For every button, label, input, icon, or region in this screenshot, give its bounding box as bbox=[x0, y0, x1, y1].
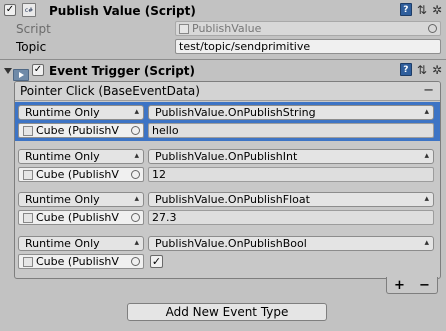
list-item[interactable]: Runtime Only ▴▾ PublishValue.OnPublishSt… bbox=[15, 102, 440, 141]
string-argument-input[interactable]: hello bbox=[148, 123, 434, 138]
dropdown-value: Runtime Only bbox=[25, 237, 100, 250]
object-picker-icon[interactable] bbox=[428, 24, 437, 33]
checkmark-icon: ✓ bbox=[33, 64, 43, 75]
dropdown-arrow-icon: ▴▾ bbox=[424, 151, 429, 163]
function-dropdown[interactable]: PublishValue.OnPublishString ▴▾ bbox=[148, 105, 434, 120]
dropdown-value: PublishValue.OnPublishFloat bbox=[155, 193, 310, 206]
topic-input[interactable]: test/topic/sendprimitive bbox=[175, 39, 441, 54]
list-item[interactable]: Runtime Only ▴▾ PublishValue.OnPublishBo… bbox=[15, 233, 440, 272]
int-argument-input[interactable]: 12 bbox=[148, 167, 434, 182]
event-type-label: Pointer Click (BaseEventData) bbox=[20, 84, 200, 98]
help-icon[interactable]: ? bbox=[399, 63, 412, 76]
topic-value: test/topic/sendprimitive bbox=[179, 40, 311, 53]
checkmark-icon: ✓ bbox=[151, 255, 162, 268]
component-divider bbox=[0, 59, 446, 60]
pointer-click-event-panel: Pointer Click (BaseEventData) − Runtime … bbox=[14, 81, 441, 279]
help-icon[interactable]: ? bbox=[399, 3, 412, 16]
gameobject-icon bbox=[23, 169, 33, 180]
target-value: Cube (PublishV bbox=[36, 168, 119, 181]
gear-icon[interactable]: ✲ bbox=[432, 4, 442, 16]
function-dropdown[interactable]: PublishValue.OnPublishFloat ▴▾ bbox=[148, 192, 434, 207]
dropdown-arrow-icon: ▴▾ bbox=[134, 194, 139, 206]
dropdown-arrow-icon: ▴▾ bbox=[424, 238, 429, 250]
target-object-field[interactable]: Cube (PublishV bbox=[18, 167, 144, 182]
argument-value: 27.3 bbox=[152, 211, 177, 224]
dropdown-arrow-icon: ▴▾ bbox=[134, 107, 139, 119]
event-trigger-enabled-checkbox[interactable]: ✓ bbox=[32, 64, 44, 76]
event-type-header: Pointer Click (BaseEventData) − bbox=[15, 82, 440, 101]
dropdown-value: PublishValue.OnPublishString bbox=[155, 106, 316, 119]
list-item[interactable]: Runtime Only ▴▾ PublishValue.OnPublishIn… bbox=[15, 146, 440, 185]
script-file-icon bbox=[179, 23, 189, 34]
remove-entry-button[interactable]: − bbox=[419, 278, 430, 293]
list-item[interactable]: Runtime Only ▴▾ PublishValue.OnPublishFl… bbox=[15, 189, 440, 228]
target-value: Cube (PublishV bbox=[36, 255, 119, 268]
runtime-mode-dropdown[interactable]: Runtime Only ▴▾ bbox=[18, 192, 144, 207]
dropdown-arrow-icon: ▴▾ bbox=[424, 194, 429, 206]
target-object-field[interactable]: Cube (PublishV bbox=[18, 210, 144, 225]
event-trigger-header[interactable]: ✓ Event Trigger (Script) ? ⇅ ✲ bbox=[0, 61, 446, 81]
runtime-mode-dropdown[interactable]: Runtime Only ▴▾ bbox=[18, 105, 144, 120]
remove-event-button[interactable]: − bbox=[423, 83, 434, 98]
target-value: Cube (PublishV bbox=[36, 211, 119, 224]
dropdown-value: PublishValue.OnPublishInt bbox=[155, 150, 298, 163]
dropdown-value: Runtime Only bbox=[25, 150, 100, 163]
runtime-mode-dropdown[interactable]: Runtime Only ▴▾ bbox=[18, 149, 144, 164]
script-value: PublishValue bbox=[192, 22, 262, 35]
add-new-event-type-button[interactable]: Add New Event Type bbox=[127, 303, 327, 321]
preset-icon[interactable]: ⇅ bbox=[417, 64, 427, 76]
dropdown-arrow-icon: ▴▾ bbox=[424, 107, 429, 119]
checkmark-icon: ✓ bbox=[5, 4, 15, 15]
dropdown-arrow-icon: ▴▾ bbox=[134, 151, 139, 163]
topic-label: Topic bbox=[16, 40, 47, 54]
argument-value: 12 bbox=[152, 168, 166, 181]
script-icon: c# bbox=[22, 3, 36, 17]
gameobject-icon bbox=[23, 212, 33, 223]
publish-enabled-checkbox[interactable]: ✓ bbox=[4, 4, 16, 16]
object-picker-icon[interactable] bbox=[131, 170, 140, 179]
argument-value: hello bbox=[152, 124, 179, 137]
bool-argument-checkbox[interactable]: ✓ bbox=[150, 255, 163, 268]
object-picker-icon[interactable] bbox=[131, 126, 140, 135]
component-title: Event Trigger (Script) bbox=[49, 64, 196, 78]
target-object-field[interactable]: Cube (PublishV bbox=[18, 254, 144, 269]
target-object-field[interactable]: Cube (PublishV bbox=[18, 123, 144, 138]
script-label: Script bbox=[16, 22, 51, 36]
event-trigger-icon bbox=[13, 68, 29, 81]
float-argument-input[interactable]: 27.3 bbox=[148, 210, 434, 225]
dropdown-value: Runtime Only bbox=[25, 106, 100, 119]
target-value: Cube (PublishV bbox=[36, 124, 119, 137]
function-dropdown[interactable]: PublishValue.OnPublishInt ▴▾ bbox=[148, 149, 434, 164]
add-entry-button[interactable]: + bbox=[394, 278, 405, 293]
gear-icon[interactable]: ✲ bbox=[432, 64, 442, 76]
object-picker-icon[interactable] bbox=[131, 257, 140, 266]
runtime-mode-dropdown[interactable]: Runtime Only ▴▾ bbox=[18, 236, 144, 251]
object-picker-icon[interactable] bbox=[131, 213, 140, 222]
publish-value-header[interactable]: ✓ c# Publish Value (Script) ? ⇅ ✲ bbox=[0, 1, 446, 20]
component-title: Publish Value (Script) bbox=[49, 4, 196, 18]
dropdown-value: Runtime Only bbox=[25, 193, 100, 206]
dropdown-value: PublishValue.OnPublishBool bbox=[155, 237, 307, 250]
list-footer: + − bbox=[386, 277, 438, 294]
script-field[interactable]: PublishValue bbox=[175, 21, 441, 36]
foldout-arrow-icon[interactable] bbox=[3, 66, 13, 76]
dropdown-arrow-icon: ▴▾ bbox=[134, 238, 139, 250]
function-dropdown[interactable]: PublishValue.OnPublishBool ▴▾ bbox=[148, 236, 434, 251]
gameobject-icon bbox=[23, 256, 33, 267]
gameobject-icon bbox=[23, 125, 33, 136]
preset-icon[interactable]: ⇅ bbox=[417, 4, 427, 16]
